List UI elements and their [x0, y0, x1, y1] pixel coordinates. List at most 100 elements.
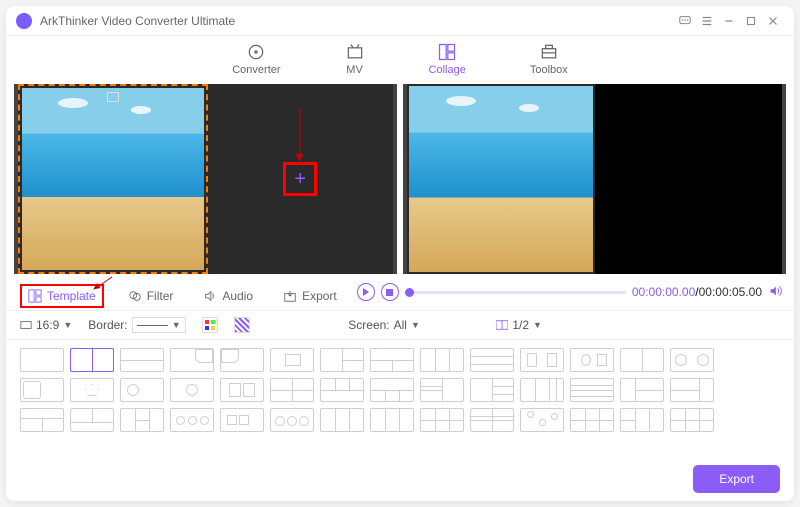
time-display: 00:00:00.00/00:00:05.00 — [632, 285, 762, 299]
main-tabs: Converter MV Collage Toolbox — [6, 36, 794, 84]
collage-slot-2[interactable]: + — [208, 84, 394, 274]
template-item[interactable] — [470, 408, 514, 432]
title-bar: ArkThinker Video Converter Ultimate — [6, 6, 794, 36]
template-item[interactable] — [570, 378, 614, 402]
border-select[interactable]: Border: ▼ — [88, 317, 185, 333]
split-select[interactable]: 1/2 ▼ — [496, 318, 542, 332]
template-item[interactable] — [470, 348, 514, 372]
seek-slider[interactable] — [405, 291, 626, 294]
template-item[interactable] — [20, 378, 64, 402]
app-window: ArkThinker Video Converter Ultimate Conv… — [6, 6, 794, 501]
tab-label: Toolbox — [530, 64, 568, 76]
slot-settings-icon[interactable] — [107, 92, 119, 102]
template-item[interactable] — [320, 378, 364, 402]
preview-slot-2 — [595, 84, 783, 274]
screen-label: Screen: — [348, 318, 389, 332]
play-button[interactable] — [357, 283, 375, 301]
screen-select[interactable]: Screen: All ▼ — [348, 318, 420, 332]
template-item[interactable] — [470, 378, 514, 402]
subtab-label: Template — [47, 289, 96, 303]
template-item[interactable] — [170, 378, 214, 402]
tab-mv[interactable]: MV — [345, 42, 365, 76]
preview-player — [403, 84, 786, 274]
border-label: Border: — [88, 318, 127, 332]
aspect-value: 16:9 — [36, 318, 59, 332]
stop-button[interactable] — [381, 283, 399, 301]
template-item[interactable] — [120, 378, 164, 402]
template-item[interactable] — [520, 408, 564, 432]
template-item[interactable] — [220, 378, 264, 402]
template-item[interactable] — [220, 348, 264, 372]
template-item[interactable] — [520, 348, 564, 372]
border-pattern-button[interactable] — [234, 317, 250, 333]
template-item[interactable] — [270, 378, 314, 402]
tab-toolbox[interactable]: Toolbox — [530, 42, 568, 76]
template-item[interactable] — [620, 348, 664, 372]
app-title: ArkThinker Video Converter Ultimate — [40, 14, 235, 28]
template-item[interactable] — [420, 348, 464, 372]
collage-editor: + — [14, 84, 397, 274]
aspect-ratio-select[interactable]: 16:9 ▼ — [20, 318, 72, 332]
tab-label: MV — [346, 64, 363, 76]
annotation-arrow-icon — [96, 276, 113, 288]
template-item[interactable] — [20, 408, 64, 432]
template-item[interactable] — [170, 408, 214, 432]
maximize-button[interactable] — [740, 10, 762, 32]
template-item[interactable] — [670, 378, 714, 402]
annotation-arrow-icon — [300, 108, 301, 160]
preview-slot-1 — [407, 84, 595, 274]
subtab-filter[interactable]: Filter — [122, 286, 180, 306]
menu-icon[interactable] — [696, 10, 718, 32]
export-button[interactable]: Export — [693, 465, 780, 493]
template-item[interactable] — [570, 408, 614, 432]
template-item[interactable] — [120, 348, 164, 372]
minimize-button[interactable] — [718, 10, 740, 32]
template-item[interactable] — [520, 378, 564, 402]
add-media-button[interactable]: + — [283, 162, 317, 196]
subtab-audio[interactable]: Audio — [197, 286, 259, 306]
template-item[interactable] — [370, 408, 414, 432]
template-item[interactable] — [420, 408, 464, 432]
template-item[interactable] — [320, 408, 364, 432]
split-icon — [496, 319, 508, 331]
tab-converter[interactable]: Converter — [232, 42, 280, 76]
template-item[interactable] — [70, 378, 114, 402]
sub-tabs: Template Filter Audio Export — [6, 274, 357, 310]
template-item[interactable] — [220, 408, 264, 432]
template-item[interactable] — [270, 408, 314, 432]
border-color-button[interactable] — [202, 317, 218, 333]
subtab-export[interactable]: Export — [277, 286, 343, 306]
template-item[interactable] — [620, 408, 664, 432]
chevron-down-icon: ▼ — [533, 320, 542, 330]
template-item[interactable] — [670, 348, 714, 372]
template-grid — [6, 340, 794, 457]
template-item[interactable] — [120, 408, 164, 432]
template-item[interactable] — [670, 408, 714, 432]
edge-right — [782, 84, 786, 274]
close-button[interactable] — [762, 10, 784, 32]
volume-button[interactable] — [768, 284, 782, 301]
template-item[interactable] — [420, 378, 464, 402]
template-item[interactable] — [570, 348, 614, 372]
template-item[interactable] — [370, 378, 414, 402]
template-item[interactable] — [70, 408, 114, 432]
template-item[interactable] — [20, 348, 64, 372]
toolbox-icon — [539, 42, 559, 62]
template-item[interactable] — [620, 378, 664, 402]
template-item[interactable] — [320, 348, 364, 372]
aspect-icon — [20, 319, 32, 331]
secondary-bar: Template Filter Audio Export — [6, 274, 794, 310]
subtab-label: Filter — [147, 289, 174, 303]
tab-collage[interactable]: Collage — [429, 42, 466, 76]
edge-right — [393, 84, 397, 274]
template-options-bar: 16:9 ▼ Border: ▼ Screen: All ▼ 1/2 ▼ — [6, 310, 794, 340]
collage-slot-1[interactable] — [18, 84, 208, 274]
media-thumbnail — [22, 88, 204, 270]
feedback-icon[interactable] — [674, 10, 696, 32]
template-item[interactable] — [170, 348, 214, 372]
template-item[interactable] — [270, 348, 314, 372]
chevron-down-icon: ▼ — [411, 320, 420, 330]
tab-label: Collage — [429, 64, 466, 76]
template-item[interactable] — [70, 348, 114, 372]
template-item[interactable] — [370, 348, 414, 372]
